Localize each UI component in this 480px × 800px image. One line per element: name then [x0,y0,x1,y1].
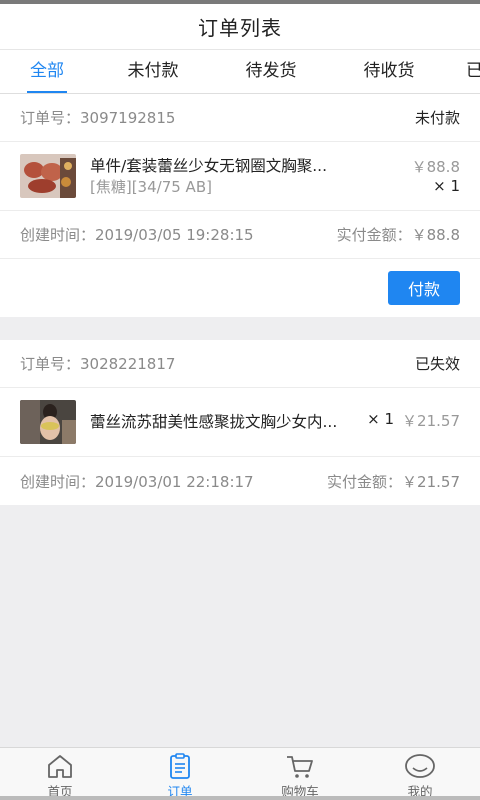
product-quantity: × 1 [433,177,460,195]
clipboard-icon [170,753,190,779]
created-time: 创建时间：2019/03/01 22:18:17 [20,472,254,491]
order-status: 未付款 [414,109,460,127]
order-actions: 付款 [0,259,480,317]
tabbar-cart[interactable]: 购物车 [240,748,360,800]
tab-to-ship[interactable]: 待发货 [221,50,321,93]
product-price: ￥21.57 [402,412,460,430]
product-name: 单件/套装蕾丝少女无钢圈文胸聚... [90,157,328,175]
order-card[interactable]: 订单号：3028221817 已失效 蕾丝流苏甜美性感聚拢文胸少女内... ￥2… [0,340,480,505]
product-thumbnail [20,400,76,444]
product-quantity: × 1 [365,410,394,428]
order-filter-tabs: 全部 未付款 待发货 待收货 已完成 [0,50,480,94]
active-tab-indicator [27,91,67,93]
order-header: 订单号：3028221817 已失效 [0,340,480,388]
product-price: ￥88.8 [411,158,460,176]
product-name: 蕾丝流苏甜美性感聚拢文胸少女内... [90,413,338,431]
pay-button[interactable]: 付款 [388,271,460,305]
home-icon [48,755,72,778]
order-card[interactable]: 订单号：3097192815 未付款 单件/套装蕾丝少女无钢圈文胸聚... [焦… [0,94,480,317]
order-status: 已失效 [414,355,460,373]
product-spec: [焦糖][34/75 AB] [90,178,212,196]
bottom-tab-bar: 首页 订单 购物车 我的 [0,747,480,800]
paid-amount: 实付金额：￥21.57 [327,472,460,491]
order-number: 订单号：3097192815 [20,109,176,127]
product-thumbnail [20,154,76,198]
home-indicator [0,796,480,800]
order-item[interactable]: 蕾丝流苏甜美性感聚拢文胸少女内... ￥21.57 × 1 [0,388,480,457]
cart-icon [287,756,313,778]
paid-amount: 实付金额：￥88.8 [336,226,460,244]
order-footer: 创建时间：2019/03/05 19:28:15 实付金额：￥88.8 [0,211,480,259]
tab-unpaid[interactable]: 未付款 [103,50,203,93]
order-footer: 创建时间：2019/03/01 22:18:17 实付金额：￥21.57 [0,457,480,505]
order-item[interactable]: 单件/套装蕾丝少女无钢圈文胸聚... [焦糖][34/75 AB] ￥88.8 … [0,142,480,211]
tab-completed[interactable]: 已完成 [466,50,480,93]
tab-all[interactable]: 全部 [0,50,97,93]
page-title: 订单列表 [198,16,282,40]
tab-to-receive[interactable]: 待收货 [339,50,439,93]
profile-icon [405,754,435,778]
tabbar-orders[interactable]: 订单 [120,748,240,800]
tabbar-home[interactable]: 首页 [0,748,120,800]
order-header: 订单号：3097192815 未付款 [0,94,480,142]
top-bar: 订单列表 [0,4,480,50]
created-time: 创建时间：2019/03/05 19:28:15 [20,226,254,244]
tabbar-profile[interactable]: 我的 [360,748,480,800]
order-number: 订单号：3028221817 [20,355,176,373]
